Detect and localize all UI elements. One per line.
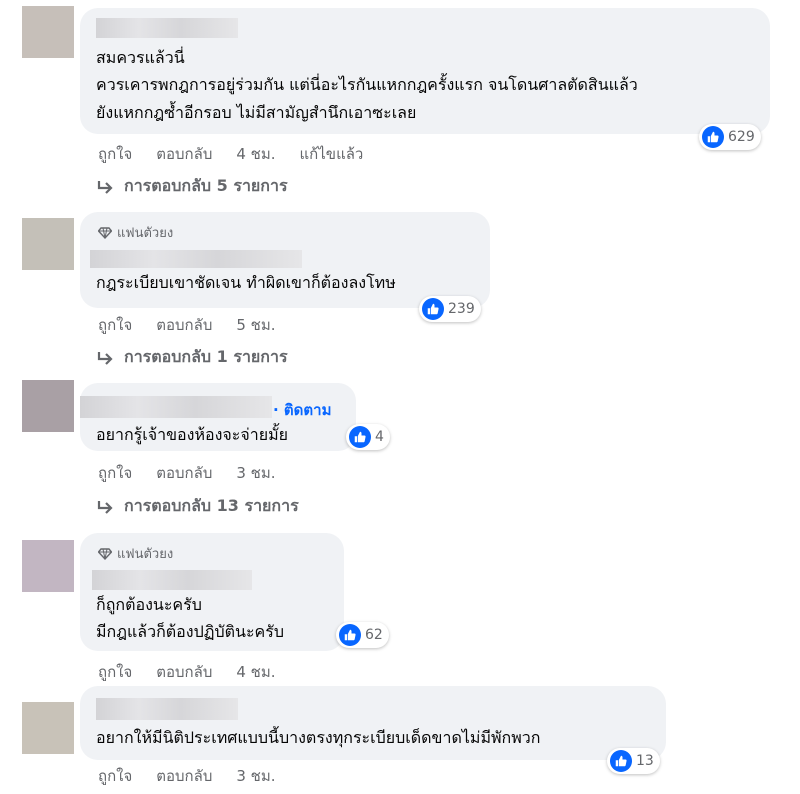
comment-text: อยากให้มีนิติประเทศแบบนี้บางตรงทุกระเบีย… [96, 728, 541, 747]
top-fan-label: แฟนตัวยง [117, 226, 174, 241]
reaction-count-label: 4 [375, 429, 384, 445]
avatar[interactable] [22, 702, 74, 754]
comment-text: ควรเคารพกฎการอยู่ร่วมกัน แต่นี่อะไรกันแห… [96, 75, 638, 94]
blurred-author-name[interactable] [92, 570, 252, 590]
reaction-count-label: 13 [636, 753, 654, 769]
comment-actions: ถูกใจ ตอบกลับ 4 ชม. [98, 660, 300, 684]
reaction-count[interactable]: 62 [336, 622, 389, 648]
edited-label: แก้ไขแล้ว [299, 145, 364, 163]
diamond-icon [98, 547, 112, 560]
reaction-count[interactable]: 239 [419, 296, 481, 322]
like-button[interactable]: ถูกใจ [98, 660, 132, 684]
top-fan-badge: แฟนตัวยง [98, 543, 173, 564]
view-replies-link[interactable]: การตอบกลับ 13 รายการ [96, 494, 299, 519]
timestamp[interactable]: 5 ชม. [236, 313, 275, 337]
comment-actions: ถูกใจ ตอบกลับ 5 ชม. [98, 313, 300, 337]
blurred-author-name[interactable] [90, 250, 302, 268]
avatar[interactable] [22, 540, 74, 592]
comment-text: อยากรู้เจ้าของห้องจะจ่ายมั้ย [96, 425, 289, 444]
avatar[interactable] [22, 380, 74, 432]
top-fan-label: แฟนตัวยง [117, 547, 174, 562]
blurred-author-name[interactable] [80, 396, 272, 418]
avatar[interactable] [22, 6, 74, 58]
reply-button[interactable]: ตอบกลับ [156, 660, 212, 684]
reaction-count-label: 62 [365, 627, 383, 643]
reply-button[interactable]: ตอบกลับ [156, 142, 212, 166]
comment-text: มีกฎแล้วก็ต้องปฏิบัตินะครับ [96, 622, 285, 641]
thumbs-up-icon [422, 298, 444, 320]
blurred-author-name[interactable] [96, 18, 238, 38]
like-button[interactable]: ถูกใจ [98, 461, 132, 485]
like-button[interactable]: ถูกใจ [98, 313, 132, 337]
comment-actions: ถูกใจ ตอบกลับ 3 ชม. [98, 461, 300, 485]
reply-button[interactable]: ตอบกลับ [156, 764, 212, 788]
view-replies-link[interactable]: การตอบกลับ 5 รายการ [96, 174, 288, 199]
follow-link[interactable]: · ติดตาม [273, 398, 331, 422]
comment-actions: ถูกใจ ตอบกลับ 4 ชม. แก้ไขแล้ว [98, 142, 387, 166]
blurred-author-name[interactable] [96, 698, 238, 720]
reaction-count[interactable]: 4 [346, 424, 390, 450]
reply-arrow-icon [97, 500, 113, 514]
view-replies-link[interactable]: การตอบกลับ 1 รายการ [96, 345, 288, 370]
replies-label: การตอบกลับ 5 รายการ [124, 176, 288, 195]
reply-button[interactable]: ตอบกลับ [156, 313, 212, 337]
reaction-count[interactable]: 629 [699, 124, 761, 150]
comment-text: สมควรแล้วนี่ [96, 48, 185, 67]
replies-label: การตอบกลับ 13 รายการ [124, 496, 299, 515]
like-button[interactable]: ถูกใจ [98, 142, 132, 166]
reply-arrow-icon [97, 351, 113, 365]
timestamp[interactable]: 4 ชม. [236, 142, 275, 166]
timestamp[interactable]: 4 ชม. [236, 660, 275, 684]
diamond-icon [98, 226, 112, 239]
timestamp[interactable]: 3 ชม. [236, 461, 275, 485]
reaction-count[interactable]: 13 [607, 748, 660, 774]
thumbs-up-icon [610, 750, 632, 772]
reply-button[interactable]: ตอบกลับ [156, 461, 212, 485]
reaction-count-label: 239 [448, 301, 475, 317]
replies-label: การตอบกลับ 1 รายการ [124, 347, 288, 366]
comment-text: กฎระเบียบเขาชัดเจน ทำผิดเขาก็ต้องลงโทษ [96, 273, 396, 292]
timestamp[interactable]: 3 ชม. [236, 764, 275, 788]
avatar[interactable] [22, 218, 74, 270]
reply-arrow-icon [97, 180, 113, 194]
thumbs-up-icon [349, 426, 371, 448]
comment-actions: ถูกใจ ตอบกลับ 3 ชม. [98, 764, 300, 788]
top-fan-badge: แฟนตัวยง [98, 222, 173, 243]
reaction-count-label: 629 [728, 129, 755, 145]
thumbs-up-icon [702, 126, 724, 148]
comment-text: ก็ถูกต้องนะครับ [96, 595, 202, 614]
comment-text: ยังแหกกฎซ้ำอีกรอบ ไม่มีสามัญสำนึกเอาซะเล… [96, 103, 417, 122]
thumbs-up-icon [339, 624, 361, 646]
like-button[interactable]: ถูกใจ [98, 764, 132, 788]
